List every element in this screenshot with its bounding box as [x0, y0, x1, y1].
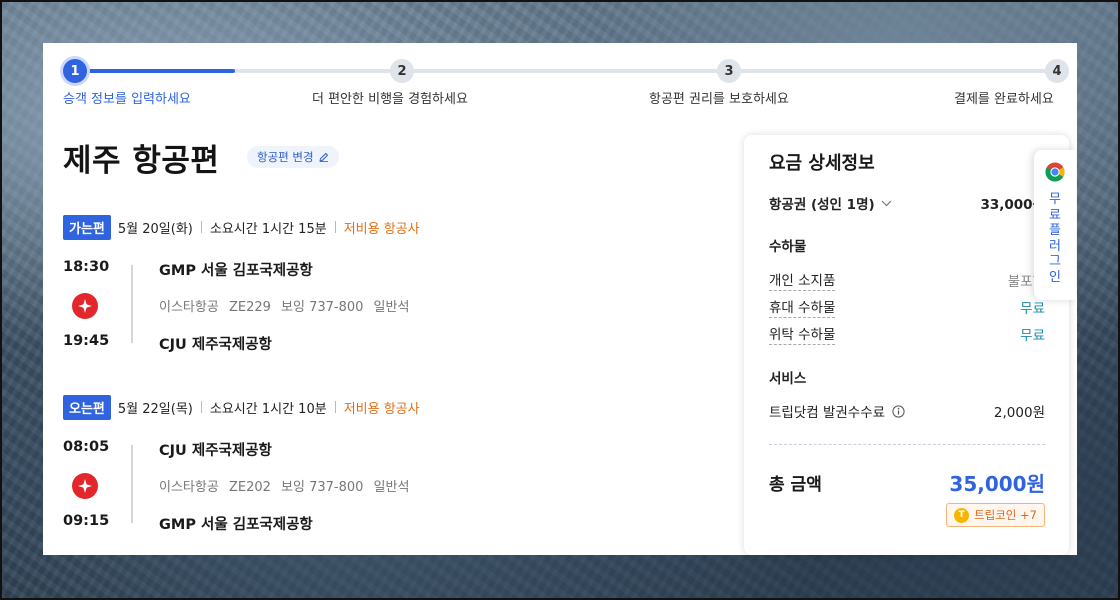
outbound-cabin: 일반석 [373, 300, 410, 315]
outbound-flight-number: ZE229 [228, 300, 271, 315]
service-row: 트립닷컴 발권수수료 2,000원 [769, 401, 1045, 421]
divider [334, 221, 336, 233]
airline-logo-icon [72, 473, 98, 499]
step-1-label: 승객 정보를 입력하세요 [63, 92, 191, 107]
return-aircraft: 보잉 737-800 [281, 480, 364, 495]
airline-logo-icon [72, 293, 98, 319]
return-header: 오는편 5월 22일(목) 소요시간 1시간 10분 저비용 항공사 [63, 394, 420, 420]
outbound-arr-airport: CJU 제주국제공항 [159, 337, 272, 353]
carry-on-value: 무료 [1020, 301, 1045, 317]
change-flight-label: 항공편 변경 [257, 150, 314, 164]
total-label: 총 금액 [769, 475, 822, 495]
chevron-down-icon [881, 200, 892, 206]
service-section-title: 서비스 [769, 371, 807, 387]
return-leg: 오는편 5월 22일(목) 소요시간 1시간 10분 저비용 항공사 08:05… [63, 394, 713, 545]
outbound-flight-info: 이스타항공 ZE229 보잉 737-800 일반석 [159, 296, 415, 315]
outbound-dep-airport: GMP 서울 김포국제공항 [159, 263, 313, 279]
return-duration: 소요시간 1시간 10분 [209, 401, 327, 417]
outbound-badge: 가는편 [63, 214, 111, 240]
ticket-label: 항공권 (성인 1명) [769, 197, 875, 213]
return-cabin: 일반석 [373, 480, 410, 495]
service-fee-value: 2,000원 [993, 405, 1045, 421]
step-2-label: 더 편안한 비행을 경험하세요 [312, 92, 468, 107]
divider [200, 401, 202, 413]
flight-connector-line [131, 265, 133, 343]
step-4-number: 4 [1045, 59, 1069, 83]
return-arr-time: 09:15 [63, 513, 110, 529]
total-price: 35,000원 [949, 472, 1045, 496]
checked-bag-label[interactable]: 위탁 수하물 [769, 323, 836, 345]
chrome-icon [1045, 162, 1065, 182]
carry-on-label[interactable]: 휴대 수하물 [769, 296, 836, 318]
outbound-dep-time: 18:30 [63, 259, 110, 275]
personal-item-label[interactable]: 개인 소지품 [769, 269, 836, 291]
outbound-aircraft: 보잉 737-800 [281, 300, 364, 315]
divider [334, 401, 336, 413]
checked-bag-value: 무료 [1020, 328, 1045, 344]
step-3-number: 3 [717, 59, 741, 83]
return-flight-info: 이스타항공 ZE202 보잉 737-800 일반석 [159, 476, 415, 495]
divider [200, 221, 202, 233]
change-flight-button[interactable]: 항공편 변경 [247, 146, 339, 168]
return-dep-time: 08:05 [63, 439, 110, 455]
return-flight-number: ZE202 [228, 480, 271, 495]
service-fee-label: 트립닷컴 발권수수료 [769, 405, 886, 421]
trip-coin-label: 트립코인 +7 [974, 508, 1037, 522]
outbound-leg: 가는편 5월 20일(화) 소요시간 1시간 15분 저비용 항공사 18:30… [63, 214, 713, 365]
booking-panel: 1 승객 정보를 입력하세요 2 더 편안한 비행을 경험하세요 3 항공편 권… [43, 43, 1077, 555]
return-airline: 이스타항공 [159, 480, 219, 495]
free-plugin-tab[interactable]: 무료플러그인 [1034, 150, 1076, 300]
baggage-row: 위탁 수하물 무료 [769, 323, 1045, 345]
step-2-number: 2 [390, 59, 414, 83]
free-plugin-label: 무료플러그인 [1049, 192, 1061, 285]
fare-title: 요금 상세정보 [769, 153, 875, 174]
info-icon[interactable] [892, 404, 905, 418]
step-1-number: 1 [63, 59, 87, 83]
stepper-progress [75, 69, 235, 73]
outbound-arr-time: 19:45 [63, 333, 110, 349]
step-4-label: 결제를 완료하세요 [954, 92, 1054, 107]
trip-coin-badge: T 트립코인 +7 [946, 503, 1045, 527]
return-carrier-type: 저비용 항공사 [343, 401, 420, 417]
return-badge: 오는편 [63, 394, 111, 420]
outbound-airline: 이스타항공 [159, 300, 219, 315]
baggage-row: 휴대 수하물 무료 [769, 296, 1045, 318]
outbound-date: 5월 20일(화) [117, 221, 193, 237]
page-title: 제주 항공편 [63, 143, 220, 179]
return-date: 5월 22일(목) [117, 401, 193, 417]
coin-icon: T [954, 507, 970, 523]
ticket-row[interactable]: 항공권 (성인 1명) 33,000원 [769, 193, 1045, 213]
outbound-header: 가는편 5월 20일(화) 소요시간 1시간 15분 저비용 항공사 [63, 214, 420, 240]
outbound-carrier-type: 저비용 항공사 [343, 221, 420, 237]
pencil-icon [318, 152, 328, 162]
return-arr-airport: GMP 서울 김포국제공항 [159, 517, 313, 533]
ticket-toggle[interactable]: 항공권 (성인 1명) [769, 193, 892, 213]
flight-connector-line [131, 445, 133, 523]
fare-details-card: 요금 상세정보 항공권 (성인 1명) 33,000원 수하물 개인 소지품 불… [744, 135, 1069, 555]
progress-stepper: 1 승객 정보를 입력하세요 2 더 편안한 비행을 경험하세요 3 항공편 권… [43, 59, 1077, 109]
outbound-duration: 소요시간 1시간 15분 [209, 221, 327, 237]
service-fee-label-group: 트립닷컴 발권수수료 [769, 401, 905, 421]
total-divider [769, 444, 1045, 445]
baggage-section-title: 수하물 [769, 239, 807, 255]
baggage-row: 개인 소지품 불포함 [769, 269, 1045, 291]
return-dep-airport: CJU 제주국제공항 [159, 443, 272, 459]
step-3-label: 항공편 권리를 보호하세요 [649, 92, 789, 107]
